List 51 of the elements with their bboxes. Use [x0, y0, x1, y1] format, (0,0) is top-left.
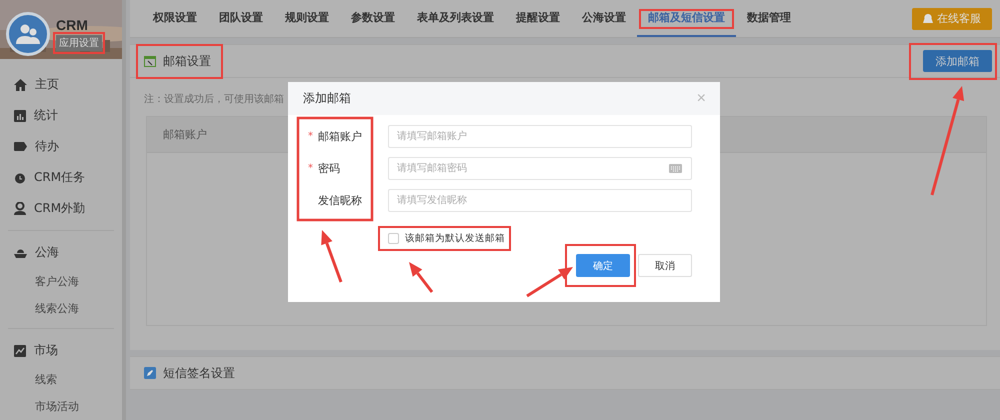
- sidebar-item[interactable]: 市场: [0, 335, 122, 366]
- note-text: 注：设置成功后，可使用该邮箱: [144, 92, 284, 106]
- tab[interactable]: 公海设置: [571, 0, 637, 37]
- home-icon: [14, 78, 27, 90]
- section-title: 邮箱设置: [163, 52, 211, 70]
- sidebar-item[interactable]: 主页: [0, 69, 122, 100]
- alarm-clock-icon: [14, 172, 26, 184]
- bell-icon: [923, 14, 933, 24]
- input-field[interactable]: 请填写邮箱账户: [388, 125, 692, 148]
- edit-icon: [144, 367, 156, 379]
- tab[interactable]: 参数设置: [340, 0, 406, 37]
- section-title: 短信签名设置: [163, 364, 235, 382]
- ship-icon: [14, 246, 27, 258]
- bar-chart-icon: [14, 110, 26, 122]
- input-field[interactable]: 请填写邮箱密码: [388, 157, 692, 180]
- field-label: 发信昵称: [318, 193, 362, 208]
- tab[interactable]: 表单及列表设置: [406, 0, 505, 37]
- annotation-arrow: [321, 230, 342, 283]
- confirm-button[interactable]: 确定: [576, 254, 630, 277]
- sidebar-item[interactable]: CRM外勤: [0, 193, 122, 224]
- sidebar-item[interactable]: 待办: [0, 131, 122, 162]
- field-label: 邮箱账户: [318, 129, 362, 144]
- add-email-button[interactable]: 添加邮箱: [923, 50, 992, 72]
- sidebar-subitem[interactable]: 客户公海: [0, 268, 122, 295]
- default-email-checkbox[interactable]: 该邮箱为默认发送邮箱: [388, 232, 505, 245]
- input-field[interactable]: 请填写发信昵称: [388, 189, 692, 212]
- line-chart-icon: [14, 344, 26, 356]
- sidebar-subitem[interactable]: 线索公海: [0, 295, 122, 322]
- annotation-arrow: [409, 262, 434, 293]
- tab[interactable]: 团队设置: [208, 0, 274, 37]
- tab[interactable]: 数据管理: [736, 0, 802, 37]
- app-subtitle: 应用设置: [56, 35, 102, 51]
- app-name: CRM: [56, 17, 89, 33]
- tag-icon: [14, 142, 27, 151]
- tab[interactable]: 权限设置: [142, 0, 208, 37]
- sidebar-subitem[interactable]: 线索: [0, 366, 122, 393]
- annotation-box: [565, 244, 636, 287]
- field-label: 密码: [318, 161, 340, 176]
- dialog-title: 添加邮箱: [303, 90, 351, 107]
- annotation-arrow: [526, 267, 573, 298]
- required-mark: *: [308, 163, 314, 174]
- sidebar-item[interactable]: 公海: [0, 237, 122, 268]
- person-pin-icon: [14, 202, 26, 215]
- cancel-button[interactable]: 取消: [638, 254, 692, 277]
- sidebar-item[interactable]: 统计: [0, 100, 122, 131]
- sidebar-subitem[interactable]: 市场活动: [0, 393, 122, 420]
- sidebar-item[interactable]: CRM任务: [0, 162, 122, 193]
- window-icon: [144, 56, 156, 66]
- tab[interactable]: 提醒设置: [505, 0, 571, 37]
- tab[interactable]: 规则设置: [274, 0, 340, 37]
- required-mark: *: [308, 131, 314, 142]
